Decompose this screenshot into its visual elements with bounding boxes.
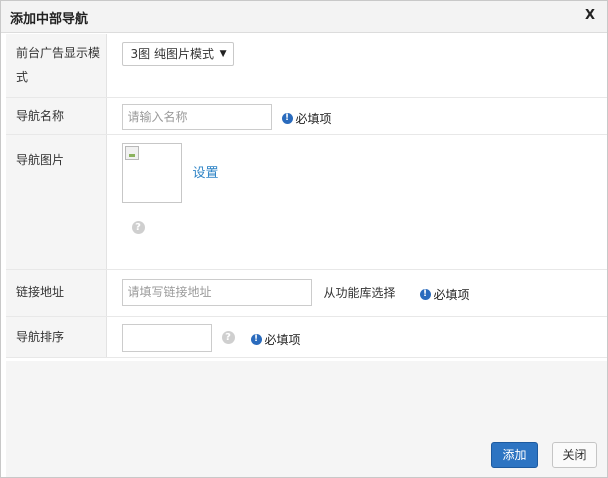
close-dialog-button[interactable]: X — [585, 8, 595, 23]
display-mode-selected: 3图 纯图片模式 — [130, 47, 214, 61]
select-from-library-link[interactable]: 从功能库选择 — [324, 284, 396, 301]
nav-sort-required: ! 必填项 — [250, 331, 301, 348]
display-mode-value: 3图 纯图片模式 ▼ — [106, 34, 607, 98]
form-row-display-mode: 前台广告显示模式 3图 纯图片模式 ▼ — [6, 34, 607, 98]
nav-sort-required-text: 必填项 — [264, 332, 301, 347]
nav-sort-value: ? ! 必填项 — [106, 316, 607, 358]
nav-name-input[interactable] — [121, 103, 272, 130]
dialog-footer: 添加 关闭 — [6, 361, 607, 477]
broken-image-icon — [124, 145, 139, 160]
link-url-value: 从功能库选择 ! 必填项 — [106, 269, 607, 317]
form-row-nav-name: 导航名称 ! 必填项 — [6, 97, 607, 135]
info-icon: ! — [281, 112, 293, 124]
nav-sort-label: 导航排序 — [6, 316, 107, 358]
info-icon: ! — [419, 288, 431, 300]
nav-form: 前台广告显示模式 3图 纯图片模式 ▼ 导航名称 ! 必填项 导航图片 — [6, 34, 607, 358]
dialog-title: 添加中部导航 — [10, 12, 89, 27]
help-icon[interactable]: ? — [131, 220, 145, 234]
link-url-required: ! 必填项 — [419, 286, 470, 303]
close-button[interactable]: 关闭 — [552, 442, 597, 468]
nav-image-preview[interactable] — [121, 142, 182, 203]
dropdown-arrow-icon: ▼ — [219, 49, 227, 59]
form-row-nav-sort: 导航排序 ? ! 必填项 — [6, 316, 607, 358]
add-button[interactable]: 添加 — [491, 442, 538, 468]
dialog-titlebar: 添加中部导航 X — [1, 1, 607, 33]
form-row-nav-image: 导航图片 设置 ? — [6, 134, 607, 270]
nav-sort-input[interactable] — [121, 323, 212, 352]
info-icon: ! — [250, 333, 262, 345]
link-url-required-text: 必填项 — [433, 287, 470, 302]
display-mode-label: 前台广告显示模式 — [6, 34, 107, 98]
nav-name-required-text: 必填项 — [295, 111, 332, 126]
nav-image-value: 设置 ? — [106, 134, 607, 270]
nav-name-value: ! 必填项 — [106, 97, 607, 135]
nav-name-required: ! 必填项 — [281, 110, 332, 127]
add-middle-nav-dialog: 添加中部导航 X 前台广告显示模式 3图 纯图片模式 ▼ 导航名称 ! 必填项 — [0, 0, 608, 478]
link-url-input[interactable] — [121, 278, 312, 306]
help-icon[interactable]: ? — [221, 330, 235, 344]
nav-name-label: 导航名称 — [6, 97, 107, 135]
set-image-link[interactable]: 设置 — [193, 162, 219, 181]
form-row-link-url: 链接地址 从功能库选择 ! 必填项 — [6, 269, 607, 317]
display-mode-select[interactable]: 3图 纯图片模式 ▼ — [121, 42, 234, 66]
link-url-label: 链接地址 — [6, 269, 107, 317]
nav-image-label: 导航图片 — [6, 134, 107, 270]
